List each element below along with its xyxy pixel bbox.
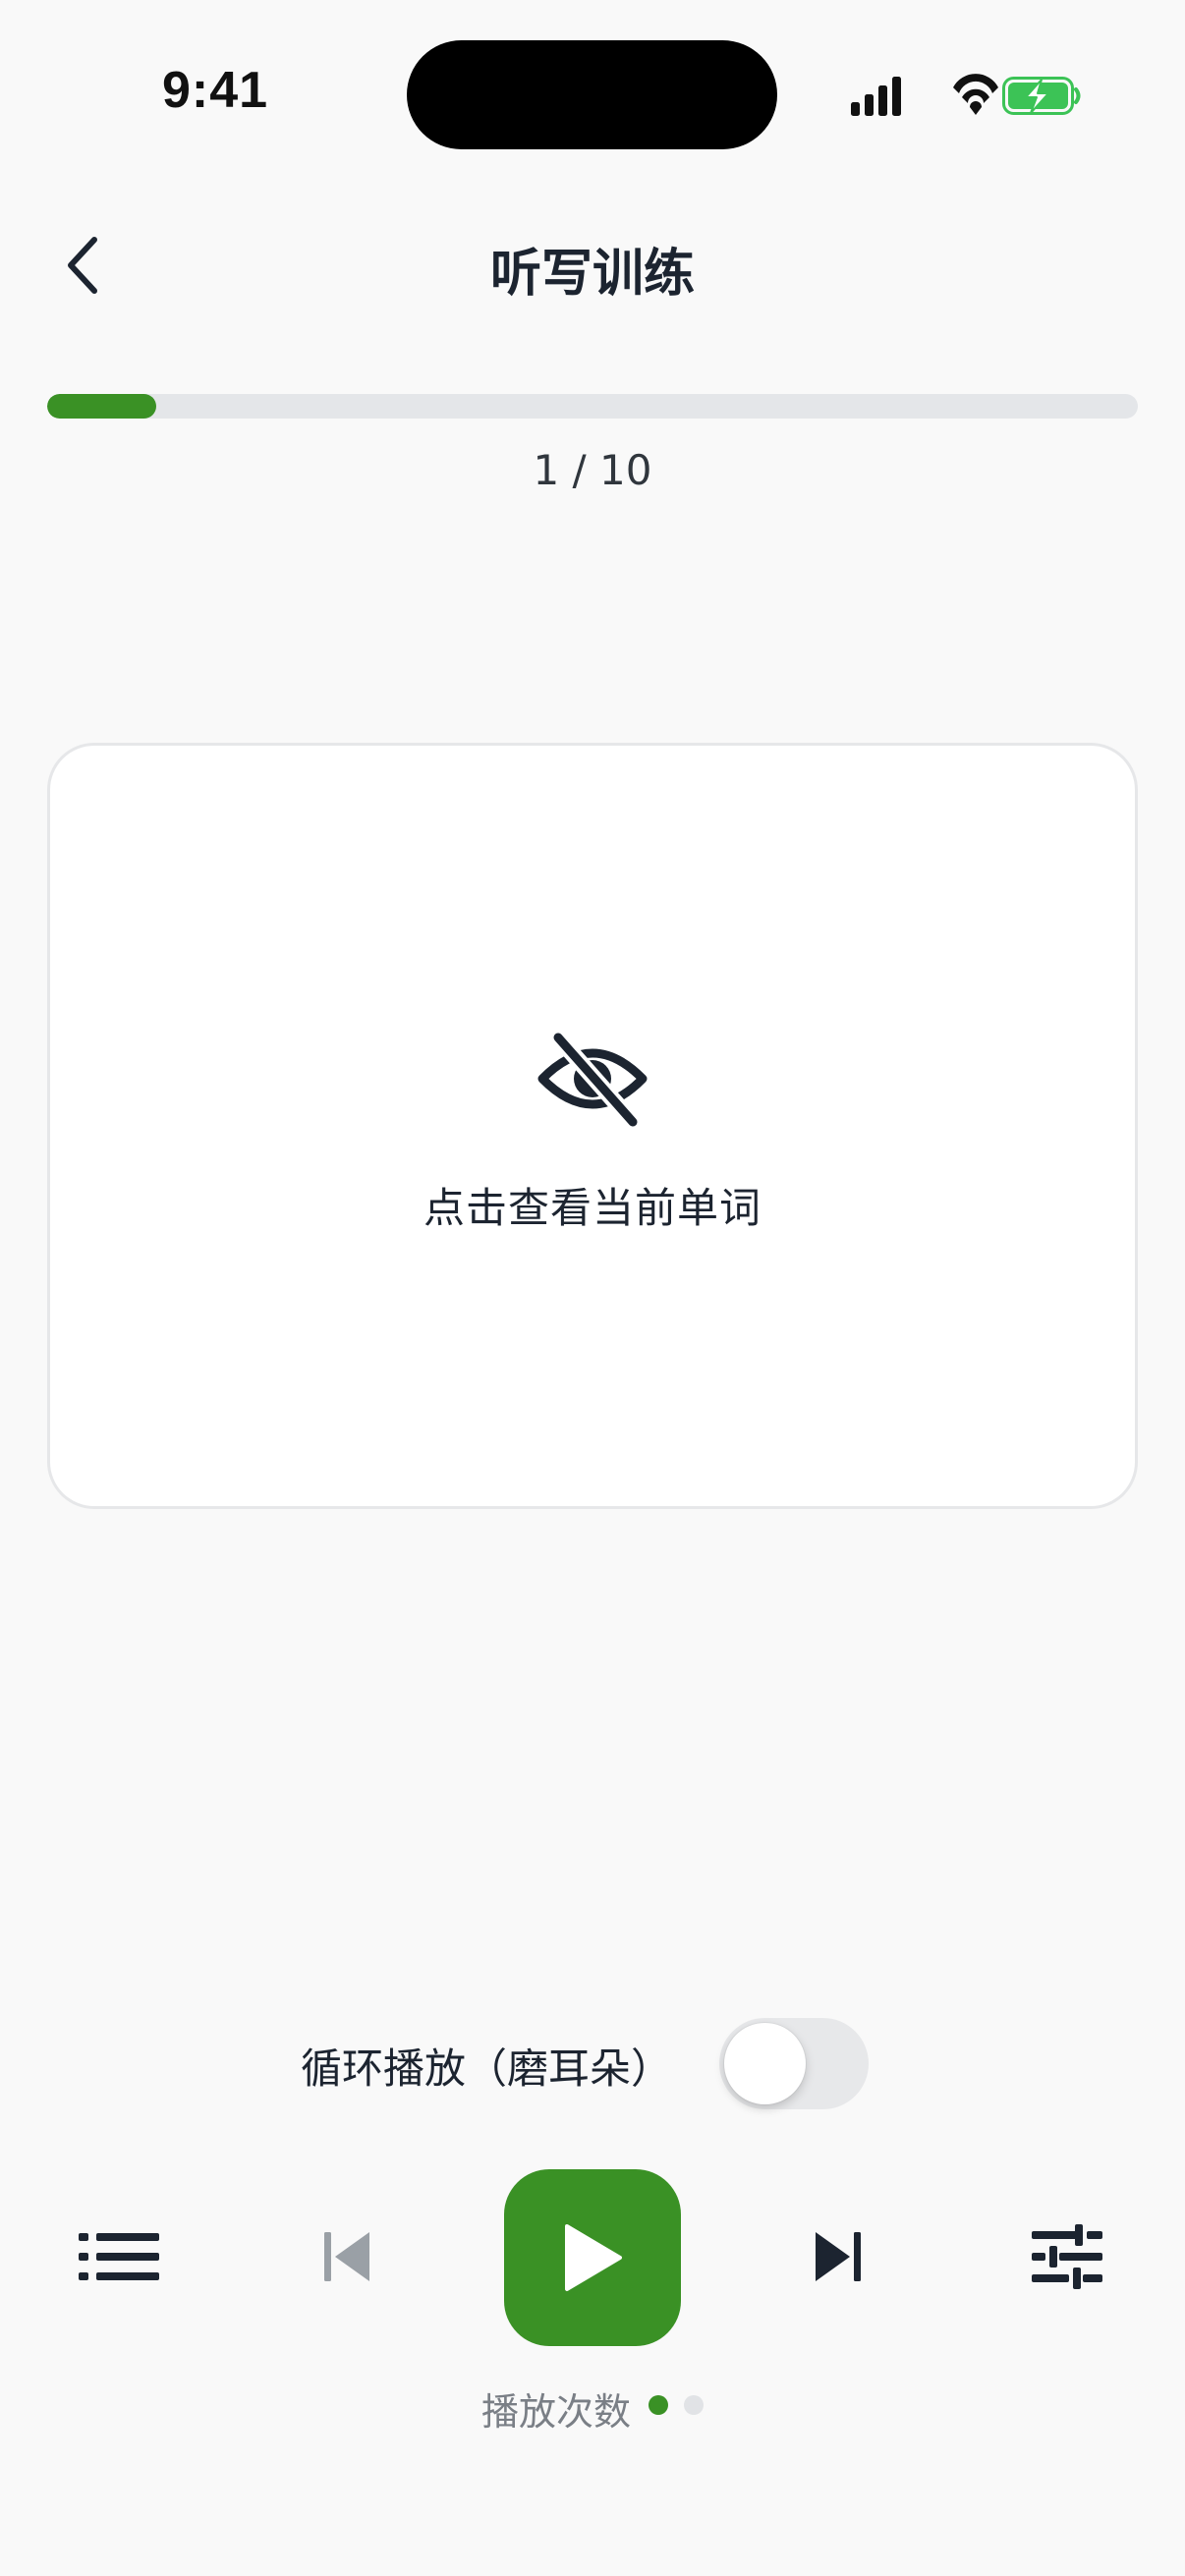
status-icons — [851, 74, 1081, 116]
skip-previous-icon — [324, 2232, 369, 2281]
progress-fill — [47, 394, 156, 419]
progress-counter: 1 / 10 — [533, 446, 652, 494]
eye-off-icon — [537, 1030, 648, 1128]
cellular-signal-icon — [851, 77, 901, 116]
dictation-screen: 9:41 听写训练 1 / 10 点击查看当前单词 循环播放（磨耳朵） 播放次数 — [0, 0, 1185, 2576]
word-list-button[interactable] — [79, 2222, 159, 2291]
wifi-icon — [953, 74, 998, 115]
toggle-knob — [724, 2023, 806, 2104]
skip-next-icon — [816, 2232, 861, 2281]
next-word-button[interactable] — [804, 2222, 873, 2291]
previous-word-button[interactable] — [312, 2222, 381, 2291]
play-count-label: 播放次数 — [481, 2390, 632, 2434]
loop-playback-toggle[interactable] — [719, 2018, 869, 2109]
play-count-dot-2 — [684, 2395, 704, 2415]
play-button[interactable] — [504, 2169, 681, 2346]
page-title: 听写训练 — [489, 245, 695, 304]
list-icon — [79, 2233, 159, 2280]
loop-playback-label: 循环播放（磨耳朵） — [301, 2044, 673, 2093]
status-time: 9:41 — [162, 62, 269, 119]
playback-settings-button[interactable] — [1030, 2222, 1104, 2291]
battery-charging-icon — [1002, 77, 1081, 115]
progress-bar — [47, 394, 1138, 419]
play-count-dot-1 — [649, 2395, 668, 2415]
reveal-word-hint[interactable]: 点击查看当前单词 — [0, 1175, 1185, 1235]
sliders-icon — [1032, 2224, 1102, 2289]
dynamic-island — [407, 40, 777, 149]
play-icon — [565, 2224, 622, 2291]
